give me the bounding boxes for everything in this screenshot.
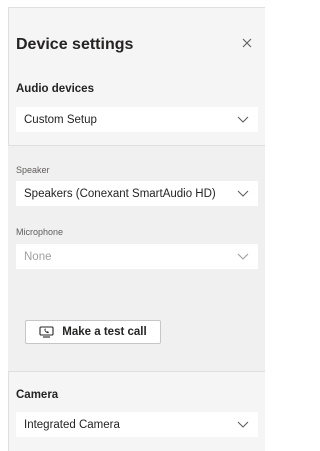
page-title: Device settings: [16, 36, 134, 53]
microphone-value: None: [24, 250, 52, 263]
audio-devices-label: Audio devices: [16, 83, 94, 95]
chevron-down-icon: [236, 418, 250, 432]
microphone-label: Microphone: [16, 227, 64, 237]
camera-dropdown[interactable]: Integrated Camera: [16, 412, 258, 437]
divider: [8, 145, 265, 146]
camera-value: Integrated Camera: [24, 418, 120, 431]
camera-label: Camera: [16, 389, 59, 401]
microphone-dropdown[interactable]: None: [16, 244, 258, 269]
make-test-call-button[interactable]: Make a test call: [25, 320, 161, 344]
make-test-call-label: Make a test call: [62, 326, 147, 338]
chevron-down-icon: [236, 250, 250, 264]
chevron-down-icon: [236, 113, 250, 127]
close-button[interactable]: [239, 35, 255, 51]
speaker-dropdown[interactable]: Speakers (Conexant SmartAudio HD): [16, 181, 258, 206]
call-device-icon: [39, 326, 54, 338]
divider: [8, 371, 265, 372]
audio-devices-dropdown[interactable]: Custom Setup: [16, 107, 258, 132]
chevron-down-icon: [236, 187, 250, 201]
close-icon: [242, 38, 252, 48]
speaker-label: Speaker: [16, 165, 50, 175]
audio-devices-value: Custom Setup: [24, 113, 97, 126]
speaker-value: Speakers (Conexant SmartAudio HD): [24, 187, 216, 200]
